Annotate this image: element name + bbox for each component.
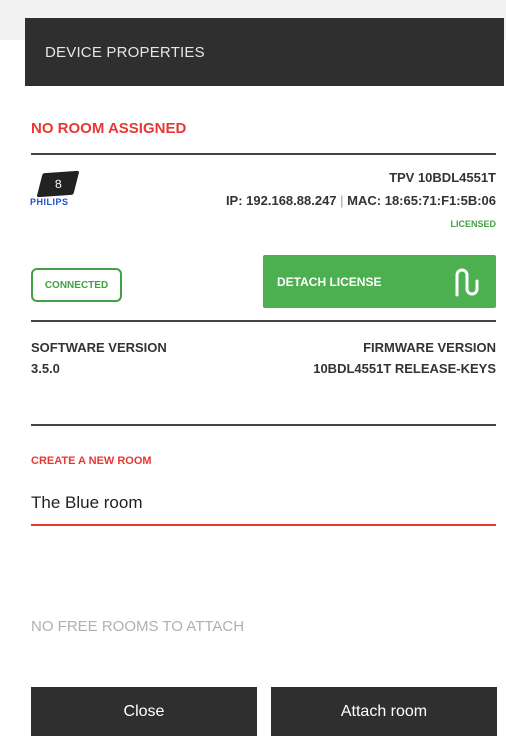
close-button[interactable]: Close: [31, 687, 257, 736]
device-network-info: IP: 192.168.88.247 | MAC: 18:65:71:F1:5B…: [226, 193, 496, 208]
detach-icon: [455, 268, 479, 297]
divider: [31, 424, 496, 426]
philips-logo: 8 PHILIPS: [30, 170, 92, 212]
detach-license-button[interactable]: DETACH LICENSE: [263, 255, 496, 308]
separator: |: [340, 193, 344, 208]
software-version-value: 3.5.0: [31, 361, 60, 376]
firmware-version-label: FIRMWARE VERSION: [363, 340, 496, 355]
room-status: NO ROOM ASSIGNED: [31, 120, 187, 137]
ip-address: IP: 192.168.88.247: [225, 193, 337, 208]
license-status: LICENSED: [450, 219, 496, 229]
divider: [31, 320, 496, 322]
divider: [31, 153, 496, 155]
dialog-title: DEVICE PROPERTIES: [45, 43, 205, 61]
logo-number: 8: [54, 176, 62, 192]
detach-license-label: DETACH LICENSE: [277, 274, 382, 289]
firmware-version-value: 10BDL4551T RELEASE-KEYS: [313, 361, 496, 376]
connection-status-badge: CONNECTED: [31, 268, 122, 302]
brand-label: PHILIPS: [30, 197, 69, 207]
software-version-label: SOFTWARE VERSION: [31, 340, 167, 355]
device-model: TPV 10BDL4551T: [389, 170, 496, 185]
no-free-rooms-text: NO FREE ROOMS TO ATTACH: [31, 618, 245, 635]
dialog-header: DEVICE PROPERTIES: [25, 18, 504, 86]
mac-address: MAC: 18:65:71:F1:5B:06: [347, 193, 496, 208]
attach-room-button[interactable]: Attach room: [271, 687, 497, 736]
device-chip-icon: 8: [36, 170, 80, 198]
create-room-label: CREATE A NEW ROOM: [31, 455, 152, 467]
room-name-input[interactable]: [31, 488, 496, 526]
